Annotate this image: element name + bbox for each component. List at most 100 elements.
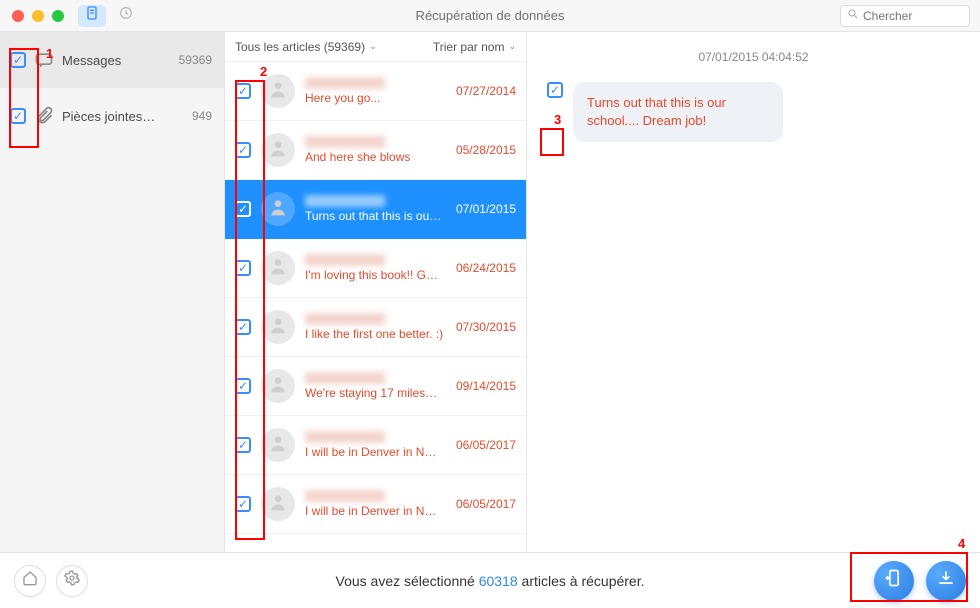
row-text: I will be in Denver in N…	[305, 431, 446, 459]
sidebar-item-count: 949	[192, 109, 212, 123]
home-icon	[22, 570, 38, 591]
conversation-row[interactable]: I like the first one better. :) 07/30/201…	[225, 298, 526, 357]
message-date: 05/28/2015	[456, 143, 516, 157]
conversation-row[interactable]: I will be in Denver in N… 06/05/2017	[225, 416, 526, 475]
footer-action-buttons	[874, 561, 966, 601]
device-export-icon	[884, 568, 904, 593]
message-row: Turns out that this is our school.... Dr…	[547, 82, 960, 142]
conversation-row[interactable]: And here she blows 05/28/2015	[225, 121, 526, 180]
conversation-list-pane: Tous les articles (59369) ⌄ Trier par no…	[225, 32, 527, 552]
sidebar-item-attachments[interactable]: Pièces jointes… 949	[0, 88, 224, 144]
message-date: 07/01/2015	[456, 202, 516, 216]
footer-status-text: Vous avez sélectionné 60318 articles à r…	[336, 573, 645, 589]
row-checkbox[interactable]	[235, 260, 251, 276]
sidebar-item-messages[interactable]: Messages 59369	[0, 32, 224, 88]
message-checkbox[interactable]	[547, 82, 563, 98]
avatar	[261, 133, 295, 167]
status-prefix: Vous avez sélectionné	[336, 573, 479, 589]
row-checkbox[interactable]	[235, 201, 251, 217]
preview-timestamp: 07/01/2015 04:04:52	[547, 50, 960, 64]
document-icon	[84, 5, 100, 26]
person-icon	[268, 315, 288, 340]
titlebar: Récupération de données	[0, 0, 980, 32]
message-date: 09/14/2015	[456, 379, 516, 393]
messages-icon	[34, 50, 54, 70]
person-icon	[268, 433, 288, 458]
row-text: I will be in Denver in N…	[305, 490, 446, 518]
conversation-row[interactable]: We're staying 17 miles… 09/14/2015	[225, 357, 526, 416]
person-icon	[268, 492, 288, 517]
row-text: Turns out that this is ou…	[305, 195, 446, 223]
message-date: 07/27/2014	[456, 84, 516, 98]
window-title: Récupération de données	[416, 8, 565, 23]
home-button[interactable]	[14, 565, 46, 597]
search-input[interactable]	[863, 9, 963, 23]
message-preview: Turns out that this is ou…	[305, 209, 445, 223]
close-window-button[interactable]	[12, 10, 24, 22]
message-preview: I like the first one better. :)	[305, 327, 445, 341]
row-text: Here you go...	[305, 77, 446, 105]
minimize-window-button[interactable]	[32, 10, 44, 22]
avatar	[261, 487, 295, 521]
content-area: Messages 59369 Pièces jointes… 949 Tous …	[0, 32, 980, 552]
conversation-row[interactable]: Here you go... 07/27/2014	[225, 62, 526, 121]
chevron-down-icon: ⌄	[508, 41, 516, 52]
message-preview: I will be in Denver in N…	[305, 445, 445, 459]
sidebar-item-label: Messages	[62, 53, 171, 68]
status-suffix: articles à récupérer.	[518, 573, 645, 589]
avatar	[261, 369, 295, 403]
person-icon	[268, 79, 288, 104]
row-text: I like the first one better. :)	[305, 313, 446, 341]
conversation-list: Here you go... 07/27/2014 And here she blo…	[225, 62, 526, 552]
sort-dropdown[interactable]: Trier par nom ⌄	[433, 40, 516, 54]
sidebar-item-label: Pièces jointes…	[62, 109, 184, 124]
message-date: 06/24/2015	[456, 261, 516, 275]
avatar	[261, 192, 295, 226]
settings-button[interactable]	[56, 565, 88, 597]
filter-label: Tous les articles (59369)	[235, 40, 365, 54]
list-header: Tous les articles (59369) ⌄ Trier par no…	[225, 32, 526, 62]
row-checkbox[interactable]	[235, 83, 251, 99]
row-checkbox[interactable]	[235, 378, 251, 394]
message-date: 07/30/2015	[456, 320, 516, 334]
row-checkbox[interactable]	[235, 142, 251, 158]
avatar	[261, 310, 295, 344]
row-checkbox[interactable]	[235, 496, 251, 512]
row-text: And here she blows	[305, 136, 446, 164]
row-checkbox[interactable]	[235, 437, 251, 453]
category-checkbox[interactable]	[10, 52, 26, 68]
contact-name-redacted	[305, 372, 385, 384]
row-checkbox[interactable]	[235, 319, 251, 335]
contact-name-redacted	[305, 195, 385, 207]
filter-dropdown[interactable]: Tous les articles (59369) ⌄	[235, 40, 377, 54]
conversation-row[interactable]: I will be in Denver in N…06/05/2017	[225, 475, 526, 534]
contact-name-redacted	[305, 254, 385, 266]
data-mode-button[interactable]	[78, 5, 106, 27]
category-sidebar: Messages 59369 Pièces jointes… 949	[0, 32, 225, 552]
recover-to-device-button[interactable]	[874, 561, 914, 601]
message-preview: Here you go...	[305, 91, 445, 105]
person-icon	[268, 138, 288, 163]
conversation-row[interactable]: Turns out that this is ou… 07/01/2015	[225, 180, 526, 239]
footer-left-controls	[14, 565, 88, 597]
sync-icon	[118, 5, 134, 26]
sync-mode-button[interactable]	[112, 5, 140, 27]
message-preview: We're staying 17 miles…	[305, 386, 445, 400]
download-icon	[936, 568, 956, 593]
zoom-window-button[interactable]	[52, 10, 64, 22]
attachment-icon	[34, 106, 54, 126]
conversation-row[interactable]: I'm loving this book!! G…06/24/2015	[225, 239, 526, 298]
category-checkbox[interactable]	[10, 108, 26, 124]
message-bubble: Turns out that this is our school.... Dr…	[573, 82, 783, 142]
search-box[interactable]	[840, 5, 970, 27]
message-date: 06/05/2017	[456, 438, 516, 452]
message-preview-pane: 07/01/2015 04:04:52 Turns out that this …	[527, 32, 980, 552]
person-icon	[268, 374, 288, 399]
search-icon	[847, 7, 859, 25]
gear-icon	[64, 570, 80, 591]
sidebar-item-count: 59369	[179, 53, 212, 67]
recover-to-computer-button[interactable]	[926, 561, 966, 601]
avatar	[261, 428, 295, 462]
avatar	[261, 251, 295, 285]
contact-name-redacted	[305, 490, 385, 502]
